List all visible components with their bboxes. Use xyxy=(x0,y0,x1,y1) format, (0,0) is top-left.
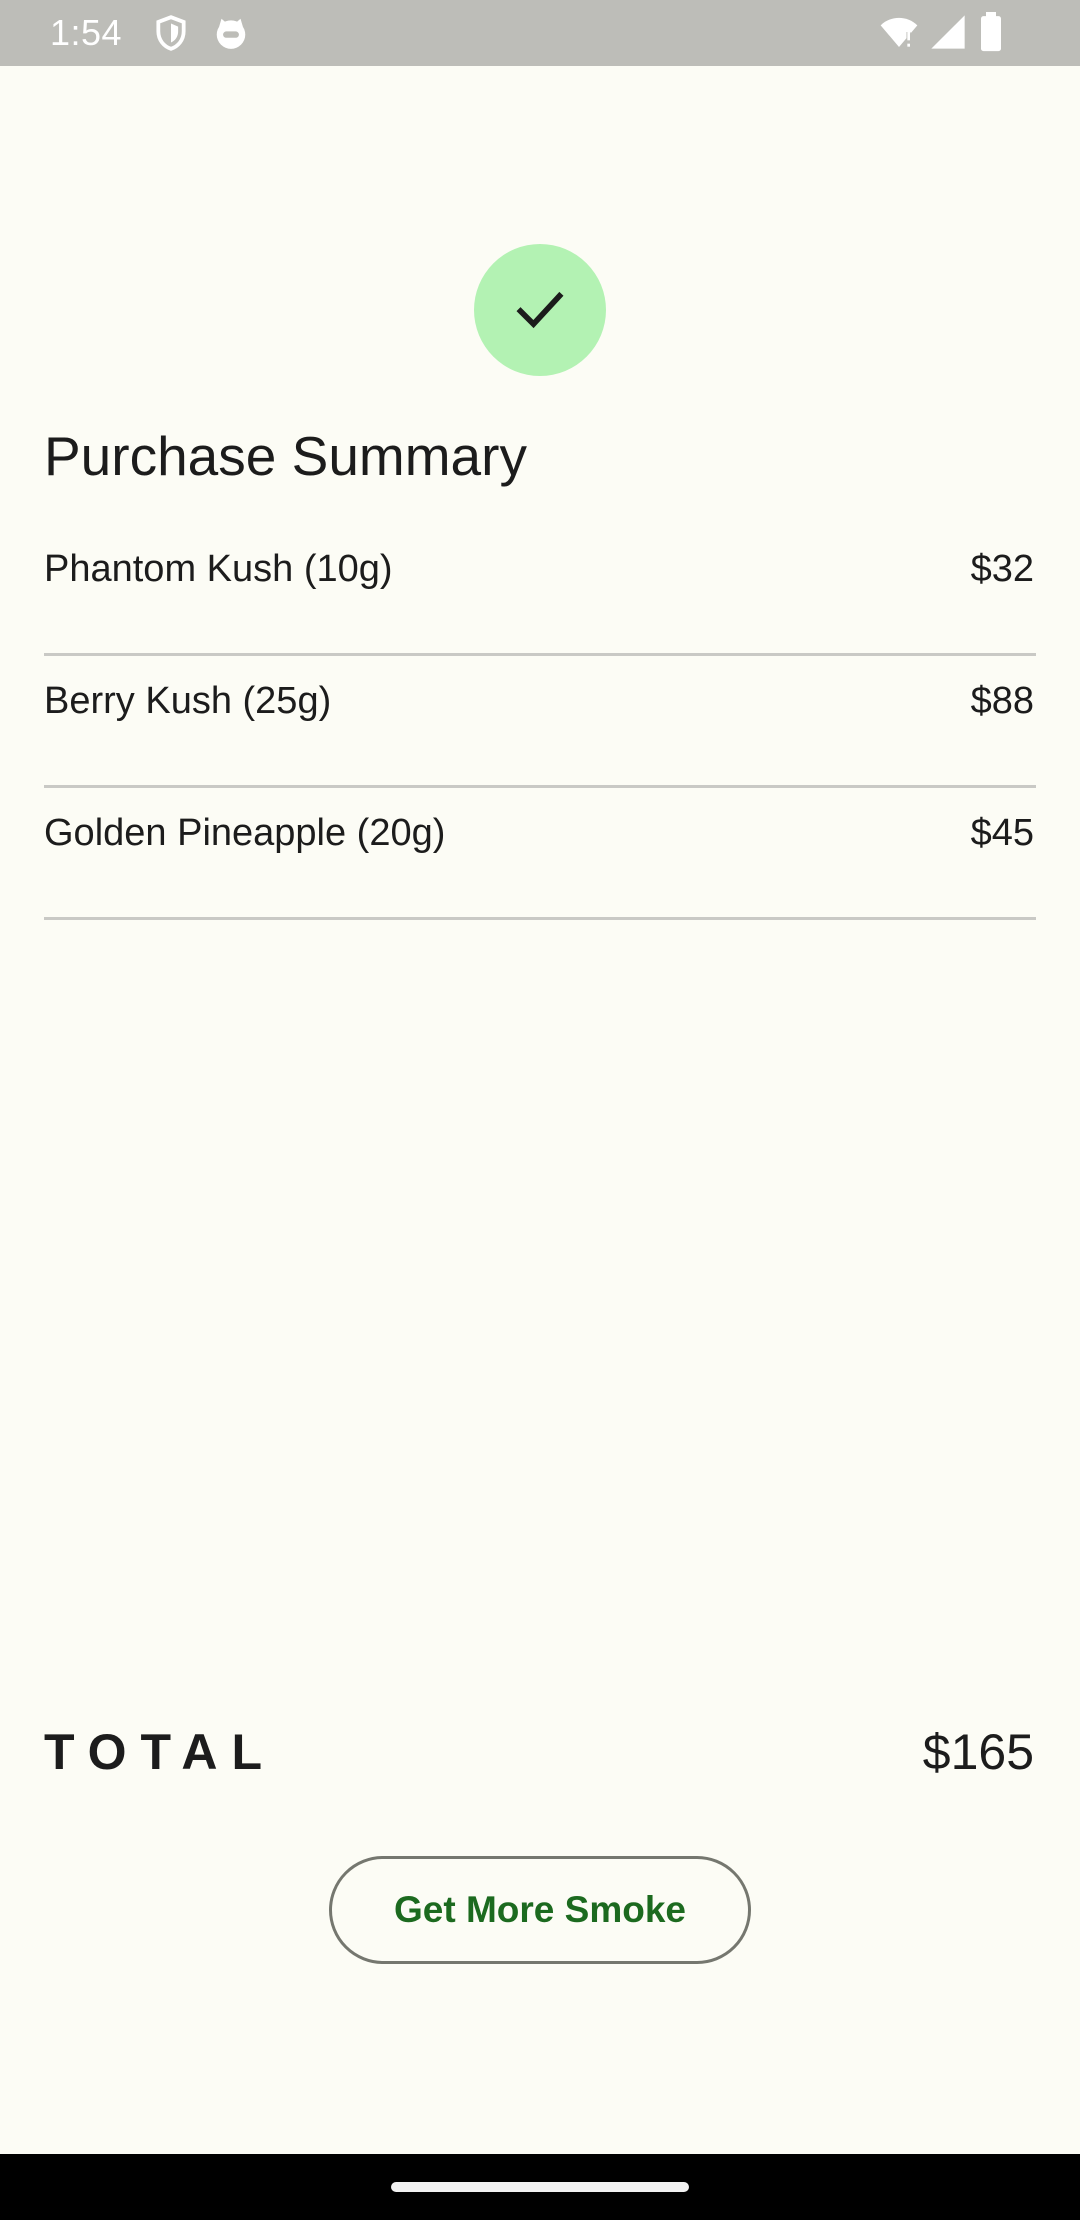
cat-face-icon xyxy=(212,14,250,52)
item-name: Golden Pineapple (20g) xyxy=(44,812,446,854)
shield-icon xyxy=(152,14,190,52)
battery-icon xyxy=(976,12,1006,52)
item-price: $88 xyxy=(970,680,1034,722)
total-value: $165 xyxy=(922,1724,1034,1780)
home-handle[interactable] xyxy=(391,2182,689,2192)
check-icon xyxy=(516,291,564,329)
navigation-bar xyxy=(0,2154,1080,2220)
get-more-smoke-button[interactable]: Get More Smoke xyxy=(329,1856,751,1964)
item-name: Phantom Kush (10g) xyxy=(44,548,393,590)
total-label: TOTAL xyxy=(44,1724,277,1780)
item-price: $45 xyxy=(970,812,1034,854)
wifi-icon xyxy=(878,12,920,52)
item-name: Berry Kush (25g) xyxy=(44,680,332,722)
purchase-item-list: Phantom Kush (10g) $32 Berry Kush (25g) … xyxy=(44,526,1036,922)
purchase-item-row: Berry Kush (25g) $88 xyxy=(44,658,1036,788)
cellular-signal-icon xyxy=(928,12,968,52)
page-title: Purchase Summary xyxy=(44,425,527,487)
purchase-item-row: Golden Pineapple (20g) $45 xyxy=(44,790,1036,920)
purchase-item-row: Phantom Kush (10g) $32 xyxy=(44,526,1036,656)
status-time: 1:54 xyxy=(50,12,123,53)
success-indicator xyxy=(474,244,606,376)
status-bar: 1:54 xyxy=(0,0,1080,66)
item-price: $32 xyxy=(970,548,1034,590)
